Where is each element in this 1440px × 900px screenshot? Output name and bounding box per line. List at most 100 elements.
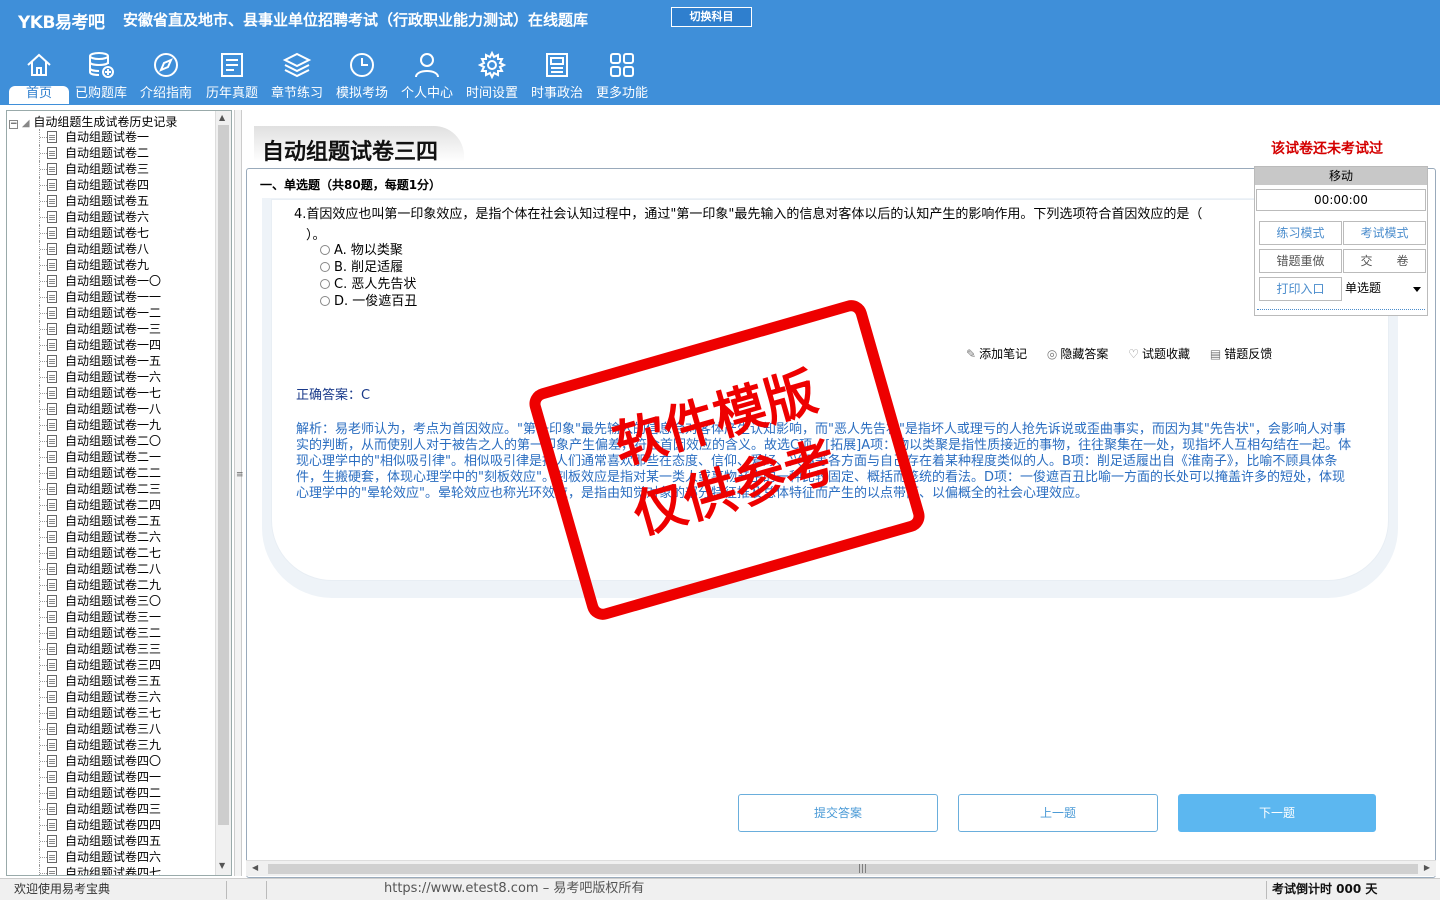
tree-item[interactable]: 自动组题试卷一一: [7, 289, 161, 305]
tree-item-label: 自动组题试卷三一: [65, 610, 162, 624]
redo-wrong-button[interactable]: 错题重做: [1259, 249, 1342, 273]
tree-item[interactable]: 自动组题试卷三四: [7, 657, 161, 673]
tree-item[interactable]: 自动组题试卷三三: [7, 641, 161, 657]
print-button[interactable]: 打印入口: [1259, 277, 1342, 301]
paper-icon: [47, 515, 57, 527]
tree-item[interactable]: 自动组题试卷一四: [7, 337, 161, 353]
nav-guide[interactable]: 介绍指南: [135, 46, 197, 104]
paper-icon: [47, 547, 57, 559]
option-c[interactable]: C. 恶人先告状: [320, 276, 416, 293]
tree-item[interactable]: 自动组题试卷二二: [7, 465, 161, 481]
radio-icon[interactable]: [320, 262, 330, 272]
tree-item[interactable]: 自动组题试卷三二: [7, 625, 161, 641]
submit-answer-button[interactable]: 提交答案: [738, 794, 938, 832]
tree-item[interactable]: 自动组题试卷二九: [7, 577, 161, 593]
tree-item[interactable]: 自动组题试卷三六: [7, 689, 161, 705]
tree-scrollbar[interactable]: ▲ ▼: [215, 111, 231, 875]
pane-splitter[interactable]: ≡: [234, 110, 244, 876]
tree-item[interactable]: 自动组题试卷二八: [7, 561, 161, 577]
tree-item-label: 自动组题试卷四六: [65, 850, 162, 864]
tree-item[interactable]: 自动组题试卷一五: [7, 353, 161, 369]
tree-item[interactable]: 自动组题试卷四〇: [7, 753, 161, 769]
nav-personal[interactable]: 个人中心: [396, 46, 458, 104]
tree-item[interactable]: 自动组题试卷八: [7, 241, 161, 257]
tree-item[interactable]: 自动组题试卷三七: [7, 705, 161, 721]
prev-question-button[interactable]: 上一题: [958, 794, 1158, 832]
paper-icon: [47, 851, 57, 863]
paper-icon: [47, 307, 57, 319]
option-d[interactable]: D. 一俊遮百丑: [320, 293, 417, 310]
radio-icon[interactable]: [320, 279, 330, 289]
tree-item-label: 自动组题试卷九: [65, 258, 150, 272]
tree-item[interactable]: 自动组题试卷一七: [7, 385, 161, 401]
add-note-button[interactable]: ✎ 添加笔记: [966, 347, 1027, 361]
tree-item[interactable]: 自动组题试卷一六: [7, 369, 161, 385]
exam-mode-button[interactable]: 考试模式: [1343, 221, 1426, 245]
tree-item[interactable]: 自动组题试卷四六: [7, 849, 161, 865]
tree-item[interactable]: 自动组题试卷二三: [7, 481, 161, 497]
tree-item[interactable]: 自动组题试卷三〇: [7, 593, 161, 609]
nav-purchased[interactable]: 已购题库: [70, 46, 132, 104]
tree-item[interactable]: 自动组题试卷三五: [7, 673, 161, 689]
nav-current-affairs[interactable]: 时事政治: [526, 46, 588, 104]
tree-item[interactable]: 自动组题试卷一〇: [7, 273, 161, 289]
radio-icon[interactable]: [320, 245, 330, 255]
tree-item[interactable]: 自动组题试卷二一: [7, 449, 161, 465]
tree-item[interactable]: 自动组题试卷三: [7, 161, 161, 177]
layers-icon: [282, 52, 312, 78]
tree-item[interactable]: 自动组题试卷四五: [7, 833, 161, 849]
scroll-left-icon[interactable]: ◀: [252, 863, 258, 872]
tree-item[interactable]: 自动组题试卷四: [7, 177, 161, 193]
nav-more[interactable]: 更多功能: [591, 46, 653, 104]
question-type-select[interactable]: 单选题: [1343, 277, 1427, 301]
tree-item[interactable]: 自动组题试卷二: [7, 145, 161, 161]
hand-in-button[interactable]: 交 卷: [1343, 249, 1426, 273]
scroll-right-icon[interactable]: ▶: [1424, 863, 1430, 872]
horizontal-scrollbar[interactable]: ◀ ||| ▶: [246, 860, 1436, 876]
tree-item[interactable]: 自动组题试卷二〇: [7, 433, 161, 449]
tree-item[interactable]: 自动组题试卷五: [7, 193, 161, 209]
paper-icon: [47, 467, 57, 479]
tree-item[interactable]: 自动组题试卷三一: [7, 609, 161, 625]
hide-answer-button[interactable]: ◎ 隐藏答案: [1047, 347, 1109, 361]
tree-item[interactable]: 自动组题试卷一九: [7, 417, 161, 433]
nav-chapters[interactable]: 章节练习: [266, 46, 328, 104]
tree-item[interactable]: 自动组题试卷二四: [7, 497, 161, 513]
paper-icon: [47, 531, 57, 543]
tree-item[interactable]: 自动组题试卷二七: [7, 545, 161, 561]
favorite-button[interactable]: ♡ 试题收藏: [1128, 347, 1190, 361]
paper-icon: [47, 371, 57, 383]
feedback-button[interactable]: ▤ 错题反馈: [1210, 347, 1272, 361]
tree-item[interactable]: 自动组题试卷三九: [7, 737, 161, 753]
tree-item[interactable]: 自动组题试卷一三: [7, 321, 161, 337]
practice-mode-button[interactable]: 练习模式: [1259, 221, 1342, 245]
status-welcome: 欢迎使用易考宝典: [14, 882, 111, 896]
radio-icon[interactable]: [320, 296, 330, 306]
nav-past-papers[interactable]: 历年真题: [201, 46, 263, 104]
timer-move-handle[interactable]: 移动: [1255, 167, 1427, 185]
option-a[interactable]: A. 物以类聚: [320, 242, 403, 259]
nav-label: 个人中心: [400, 86, 453, 101]
tree-item[interactable]: 自动组题试卷四一: [7, 769, 161, 785]
tree-item[interactable]: 自动组题试卷四三: [7, 801, 161, 817]
tree-item[interactable]: 自动组题试卷九: [7, 257, 161, 273]
tree-item[interactable]: 自动组题试卷二五: [7, 513, 161, 529]
collapse-icon[interactable]: −: [9, 120, 18, 129]
option-b[interactable]: B. 削足适履: [320, 259, 403, 276]
tree-item[interactable]: 自动组题试卷四四: [7, 817, 161, 833]
tree-item[interactable]: 自动组题试卷七: [7, 225, 161, 241]
tree-root[interactable]: − ◢ 自动组题生成试卷历史记录: [9, 113, 177, 129]
tree-item[interactable]: 自动组题试卷四二: [7, 785, 161, 801]
switch-subject-button[interactable]: 切换科目: [671, 7, 752, 27]
tree-item[interactable]: 自动组题试卷三八: [7, 721, 161, 737]
next-question-button[interactable]: 下一题: [1178, 794, 1376, 832]
nav-home[interactable]: 首页: [8, 46, 70, 104]
tree-item[interactable]: 自动组题试卷六: [7, 209, 161, 225]
tree-item[interactable]: 自动组题试卷四七: [7, 865, 161, 875]
nav-mock-exam[interactable]: 模拟考场: [331, 46, 393, 104]
tree-item[interactable]: 自动组题试卷一: [7, 129, 161, 145]
tree-item[interactable]: 自动组题试卷二六: [7, 529, 161, 545]
tree-item[interactable]: 自动组题试卷一二: [7, 305, 161, 321]
tree-item[interactable]: 自动组题试卷一八: [7, 401, 161, 417]
nav-time-settings[interactable]: 时间设置: [461, 46, 523, 104]
